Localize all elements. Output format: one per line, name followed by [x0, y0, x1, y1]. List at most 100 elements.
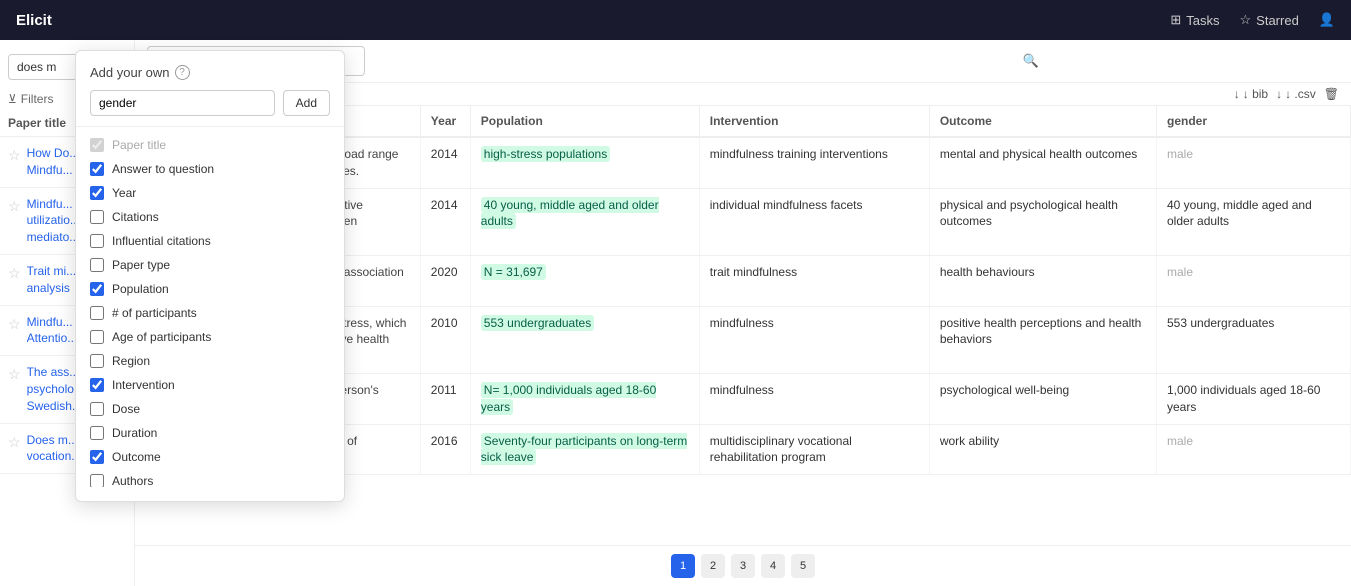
checkbox-intervention[interactable]	[90, 378, 104, 392]
star-icon-1[interactable]: ☆	[8, 147, 21, 164]
checkbox-item[interactable]: Influential citations	[76, 229, 344, 253]
cell-population: 553 undergraduates	[470, 306, 699, 373]
starred-nav-item[interactable]: ☆ Starred	[1240, 12, 1299, 28]
checkbox-list: Paper title Answer to question Year Citatio…	[76, 127, 344, 487]
checkbox-influential-citations[interactable]	[90, 234, 104, 248]
checkbox-authors[interactable]	[90, 474, 104, 487]
checkbox-label: Year	[112, 186, 330, 200]
csv-label: ↓ .csv	[1285, 87, 1316, 101]
add-own-input[interactable]	[90, 90, 275, 116]
star-icon-6[interactable]: ☆	[8, 434, 21, 451]
page-3[interactable]: 3	[731, 554, 755, 578]
cell-population: high-stress populations	[470, 137, 699, 188]
checkbox-item[interactable]: Year	[76, 181, 344, 205]
cell-gender: male	[1157, 424, 1351, 475]
checkbox-age-of-participants[interactable]	[90, 330, 104, 344]
star-nav-icon: ☆	[1240, 12, 1252, 28]
tasks-nav-item[interactable]: ⊞ Tasks	[1170, 12, 1219, 28]
cell-year: 2014	[420, 188, 470, 255]
cell-gender: male	[1157, 137, 1351, 188]
checkbox-label: Paper title	[112, 138, 330, 152]
brand-logo: Elicit	[16, 12, 52, 29]
checkbox-label: Age of participants	[112, 330, 330, 344]
page-2[interactable]: 2	[701, 554, 725, 578]
cell-intervention: mindfulness training interventions	[699, 137, 929, 188]
top-nav: Elicit ⊞ Tasks ☆ Starred 👤	[0, 0, 1351, 40]
checkbox-duration[interactable]	[90, 426, 104, 440]
checkbox-label: Population	[112, 282, 330, 296]
checkbox-label: # of participants	[112, 306, 330, 320]
checkbox-answer-to-question[interactable]	[90, 162, 104, 176]
tasks-label: Tasks	[1186, 13, 1219, 28]
cell-population: N= 1,000 individuals aged 18-60 years	[470, 373, 699, 424]
cell-gender: male	[1157, 255, 1351, 306]
checkbox-#-of-participants[interactable]	[90, 306, 104, 320]
cell-intervention: multidisciplinary vocational rehabilitat…	[699, 424, 929, 475]
cell-population: Seventy-four participants on long-term s…	[470, 424, 699, 475]
star-icon-4[interactable]: ☆	[8, 316, 21, 333]
user-nav-item[interactable]: 👤	[1319, 12, 1335, 28]
dropdown-title: Add your own ?	[76, 65, 344, 90]
add-own-button[interactable]: Add	[283, 90, 330, 116]
checkbox-item[interactable]: Dose	[76, 397, 344, 421]
tasks-grid-icon: ⊞	[1170, 12, 1181, 28]
cell-year: 2011	[420, 373, 470, 424]
checkbox-label: Duration	[112, 426, 330, 440]
page-5[interactable]: 5	[791, 554, 815, 578]
checkbox-item[interactable]: Region	[76, 349, 344, 373]
checkbox-label: Authors	[112, 474, 330, 487]
paper-title-3: Trait mi...analysis	[27, 263, 77, 297]
star-icon-3[interactable]: ☆	[8, 265, 21, 282]
paper-title-6: Does m...vocation...	[27, 432, 82, 466]
help-icon[interactable]: ?	[175, 65, 190, 80]
cell-year: 2010	[420, 306, 470, 373]
bib-export-button[interactable]: ↓ ↓ bib	[1234, 87, 1268, 101]
checkbox-dose[interactable]	[90, 402, 104, 416]
checkbox-item[interactable]: Duration	[76, 421, 344, 445]
page-4[interactable]: 4	[761, 554, 785, 578]
col-header-intervention: Intervention	[699, 106, 929, 137]
checkbox-item: Paper title	[76, 133, 344, 157]
paper-title-1: How Do...Mindfu...	[27, 145, 80, 179]
checkbox-population[interactable]	[90, 282, 104, 296]
page-1[interactable]: 1	[671, 554, 695, 578]
checkbox-label: Dose	[112, 402, 330, 416]
checkbox-item[interactable]: # of participants	[76, 301, 344, 325]
checkbox-item[interactable]: Citations	[76, 205, 344, 229]
cell-outcome: health behaviours	[929, 255, 1156, 306]
checkbox-label: Answer to question	[112, 162, 330, 176]
checkbox-label: Citations	[112, 210, 330, 224]
cell-year: 2014	[420, 137, 470, 188]
download-csv-icon: ↓	[1276, 87, 1282, 101]
checkbox-item[interactable]: Population	[76, 277, 344, 301]
cell-year: 2020	[420, 255, 470, 306]
cell-intervention: mindfulness	[699, 373, 929, 424]
checkbox-item[interactable]: Intervention	[76, 373, 344, 397]
checkbox-item[interactable]: Answer to question	[76, 157, 344, 181]
checkbox-label: Influential citations	[112, 234, 330, 248]
checkbox-outcome[interactable]	[90, 450, 104, 464]
cell-outcome: work ability	[929, 424, 1156, 475]
col-header-population: Population	[470, 106, 699, 137]
star-icon-2[interactable]: ☆	[8, 198, 21, 215]
checkbox-region[interactable]	[90, 354, 104, 368]
checkbox-paper-type[interactable]	[90, 258, 104, 272]
checkbox-label: Intervention	[112, 378, 330, 392]
checkbox-item[interactable]: Outcome	[76, 445, 344, 469]
search-icon: 🔍	[1023, 53, 1039, 69]
checkbox-item[interactable]: Age of participants	[76, 325, 344, 349]
checkbox-citations[interactable]	[90, 210, 104, 224]
download-bib-icon: ↓	[1234, 87, 1240, 101]
paper-title-4: Mindfu...Attentio...	[27, 314, 78, 348]
checkbox-item[interactable]: Paper type	[76, 253, 344, 277]
delete-button[interactable]: 🗑	[1324, 87, 1339, 101]
checkbox-item[interactable]: Authors	[76, 469, 344, 487]
add-own-row: Add	[76, 90, 344, 127]
cell-outcome: mental and physical health outcomes	[929, 137, 1156, 188]
col-header-outcome: Outcome	[929, 106, 1156, 137]
star-icon-5[interactable]: ☆	[8, 366, 21, 383]
csv-export-button[interactable]: ↓ ↓ .csv	[1276, 87, 1316, 101]
cell-outcome: physical and psychological health outcom…	[929, 188, 1156, 255]
user-icon: 👤	[1319, 12, 1335, 28]
checkbox-year[interactable]	[90, 186, 104, 200]
